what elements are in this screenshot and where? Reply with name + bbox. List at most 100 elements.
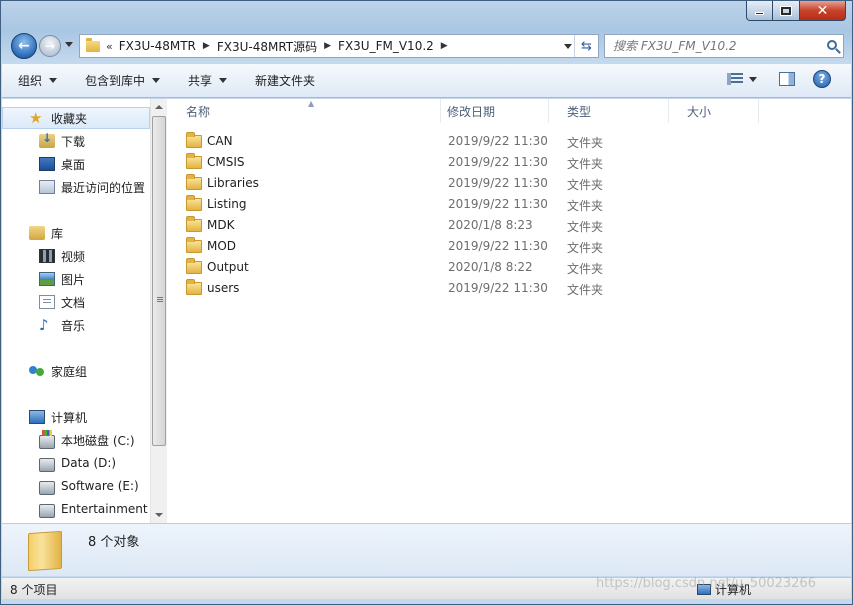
view-options-dropdown[interactable] <box>749 76 757 82</box>
include-in-library-button[interactable]: 包含到库中 <box>85 72 161 89</box>
nav-drive-entertainment[interactable]: Entertainment ( <box>2 498 150 520</box>
table-row[interactable]: Output 2020/1/8 8:22 文件夹 <box>186 257 686 278</box>
table-row[interactable]: CMSIS 2019/9/22 11:30 文件夹 <box>186 152 686 173</box>
nav-drive-entertainment-label: Entertainment ( <box>61 502 150 516</box>
nav-desktop[interactable]: 桌面 <box>2 153 85 175</box>
share-label: 共享 <box>188 74 213 88</box>
star-icon: ★ <box>29 109 43 127</box>
watermark: https://blog.csdn.net/u_50023266 <box>596 576 816 591</box>
crumb-separator-icon[interactable]: ▶ <box>203 41 210 51</box>
nav-videos-label: 视频 <box>61 249 86 264</box>
organize-button[interactable]: 组织 <box>18 72 58 89</box>
folder-icon <box>186 216 202 232</box>
nav-music[interactable]: ♪ 音乐 <box>2 314 85 336</box>
nav-drive-c[interactable]: 本地磁盘 (C:) <box>2 429 135 451</box>
documents-icon <box>39 295 55 309</box>
nav-videos[interactable]: 视频 <box>2 245 85 267</box>
new-folder-button[interactable]: 新建文件夹 <box>255 72 315 89</box>
file-type: 文件夹 <box>567 262 604 276</box>
downloads-icon <box>39 131 55 148</box>
system-drive-icon <box>39 429 55 449</box>
file-date: 2019/9/22 11:30 <box>448 176 548 190</box>
nav-documents-label: 文档 <box>61 295 86 310</box>
search-input[interactable] <box>613 39 813 53</box>
main-area: ★ 收藏夹 下载 桌面 最近访问的位置 库 视频 <box>2 99 851 523</box>
table-row[interactable]: users 2019/9/22 11:30 文件夹 <box>186 278 686 299</box>
crumb-overflow-chevron[interactable]: « <box>106 40 113 53</box>
nav-documents[interactable]: 文档 <box>2 291 85 313</box>
table-row[interactable]: MDK 2020/1/8 8:23 文件夹 <box>186 215 686 236</box>
nav-scrollbar[interactable] <box>150 99 167 523</box>
organize-label: 组织 <box>18 74 43 88</box>
desktop-icon <box>39 157 55 171</box>
table-row[interactable]: Listing 2019/9/22 11:30 文件夹 <box>186 194 686 215</box>
nav-downloads[interactable]: 下载 <box>2 130 85 152</box>
nav-libraries[interactable]: 库 <box>2 222 63 244</box>
search-icon[interactable] <box>827 40 837 50</box>
close-icon: ✕ <box>816 2 829 19</box>
column-size[interactable]: 大小 <box>669 99 759 123</box>
chevron-down-icon <box>219 78 228 83</box>
nav-homegroup[interactable]: 家庭组 <box>2 360 87 382</box>
scroll-thumb[interactable] <box>152 116 166 446</box>
forward-button[interactable]: → <box>39 35 61 57</box>
status-item-count: 8 个项目 <box>10 583 58 597</box>
details-object-count: 8 个对象 <box>88 535 140 550</box>
chevron-down-icon <box>152 78 161 83</box>
nav-drive-e-label: Software (E:) <box>61 479 139 493</box>
file-type: 文件夹 <box>567 136 604 150</box>
back-button[interactable]: ← <box>11 33 37 59</box>
column-type[interactable]: 类型 <box>549 99 669 123</box>
search-box[interactable] <box>604 34 844 58</box>
nav-favorites-label: 收藏夹 <box>51 111 88 126</box>
crumb-fx3u-48mtr[interactable]: FX3U-48MTR <box>119 39 196 53</box>
table-row[interactable]: CAN 2019/9/22 11:30 文件夹 <box>186 131 686 152</box>
refresh-button[interactable]: ⇆ <box>574 35 598 57</box>
nav-drive-e[interactable]: Software (E:) <box>2 475 139 497</box>
folder-icon <box>186 153 202 169</box>
nav-favorites[interactable]: ★ 收藏夹 <box>2 107 150 129</box>
address-history-dropdown[interactable] <box>564 44 572 49</box>
preview-pane-icon[interactable] <box>779 72 795 86</box>
computer-icon <box>29 410 45 424</box>
nav-downloads-label: 下载 <box>61 134 86 149</box>
arrow-right-icon: → <box>44 39 56 53</box>
homegroup-icon <box>29 364 45 378</box>
minimize-button[interactable] <box>746 1 773 21</box>
pictures-icon <box>39 272 55 286</box>
crumb-separator-icon[interactable]: ▶ <box>441 41 448 51</box>
file-name: MOD <box>207 239 237 253</box>
scroll-down-icon[interactable] <box>155 513 163 517</box>
file-name: Output <box>207 260 249 274</box>
nav-recent-places[interactable]: 最近访问的位置 <box>2 176 145 198</box>
column-name[interactable]: 名称 <box>168 99 441 123</box>
file-date: 2019/9/22 11:30 <box>448 239 548 253</box>
table-row[interactable]: MOD 2019/9/22 11:30 文件夹 <box>186 236 686 257</box>
recent-pages-dropdown[interactable] <box>65 42 73 47</box>
folder-icon <box>186 279 202 295</box>
details-pane: 8 个对象 <box>2 523 851 576</box>
crumb-separator-icon[interactable]: ▶ <box>324 41 331 51</box>
share-button[interactable]: 共享 <box>188 72 228 89</box>
view-options-icon[interactable] <box>727 73 743 85</box>
table-row[interactable]: Libraries 2019/9/22 11:30 文件夹 <box>186 173 686 194</box>
nav-computer[interactable]: 计算机 <box>2 406 87 428</box>
file-type: 文件夹 <box>567 220 604 234</box>
close-button[interactable]: ✕ <box>800 1 846 21</box>
address-bar[interactable]: « FX3U-48MTR ▶ FX3U-48MRT源码 ▶ FX3U_FM_V1… <box>79 34 599 58</box>
file-type: 文件夹 <box>567 157 604 171</box>
folder-icon <box>86 37 100 52</box>
nav-desktop-label: 桌面 <box>61 157 86 172</box>
maximize-button[interactable] <box>773 1 800 21</box>
navigation-pane: ★ 收藏夹 下载 桌面 最近访问的位置 库 视频 <box>2 99 150 523</box>
crumb-source[interactable]: FX3U-48MRT源码 <box>217 38 317 55</box>
nav-pictures[interactable]: 图片 <box>2 268 85 290</box>
crumb-current[interactable]: FX3U_FM_V10.2 <box>338 39 434 53</box>
help-icon[interactable]: ? <box>813 70 831 88</box>
music-icon: ♪ <box>39 316 49 334</box>
nav-drive-d[interactable]: Data (D:) <box>2 452 116 474</box>
file-name: MDK <box>207 218 235 232</box>
scroll-up-icon[interactable] <box>155 105 163 109</box>
include-in-library-label: 包含到库中 <box>85 74 146 88</box>
column-modified[interactable]: 修改日期 <box>429 99 549 123</box>
